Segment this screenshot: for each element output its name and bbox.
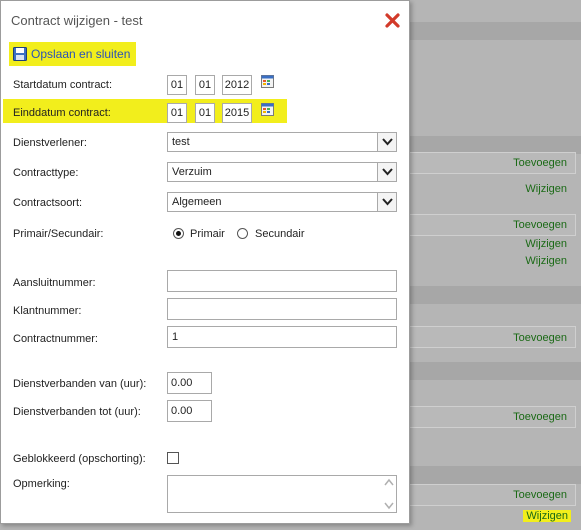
background-band <box>408 286 581 304</box>
add-link[interactable]: Toevoegen <box>513 219 567 231</box>
secondary-radio[interactable] <box>237 228 248 239</box>
blocked-label: Geblokkeerd (opschorting): <box>13 453 146 465</box>
start-date-label: Startdatum contract: <box>13 79 113 91</box>
edit-link-highlighted[interactable]: Wijzigen <box>523 510 571 522</box>
employment-to-label: Dienstverbanden tot (uur): <box>13 406 141 418</box>
end-day-input[interactable]: 01 <box>167 103 187 123</box>
remark-label: Opmerking: <box>13 478 70 490</box>
chevron-down-icon[interactable] <box>377 163 396 181</box>
calendar-icon[interactable] <box>261 103 274 116</box>
contract-type-value: Verzuim <box>172 166 212 178</box>
floppy-disk-icon <box>13 47 27 61</box>
chevron-down-icon[interactable] <box>377 193 396 211</box>
save-and-close-label: Opslaan en sluiten <box>31 47 131 61</box>
end-month-input[interactable]: 01 <box>195 103 215 123</box>
contract-type-label: Contracttype: <box>13 167 79 179</box>
employment-from-input[interactable]: 0.00 <box>167 372 212 394</box>
add-link[interactable]: Toevoegen <box>513 332 567 344</box>
contract-kind-value: Algemeen <box>172 196 222 208</box>
add-link[interactable]: Toevoegen <box>513 157 567 169</box>
contract-type-select[interactable]: Verzuim <box>167 162 397 182</box>
add-link[interactable]: Toevoegen <box>513 489 567 501</box>
dialog-title: Contract wijzigen - test <box>11 13 143 28</box>
provider-select[interactable]: test <box>167 132 397 152</box>
provider-value: test <box>172 136 190 148</box>
close-icon[interactable] <box>385 13 400 28</box>
contract-edit-dialog: Contract wijzigen - test Opslaan en slui… <box>0 0 410 524</box>
employment-from-label: Dienstverbanden van (uur): <box>13 378 147 390</box>
connection-number-label: Aansluitnummer: <box>13 277 96 289</box>
provider-label: Dienstverlener: <box>13 137 87 149</box>
edit-link[interactable]: Wijzigen <box>525 238 567 250</box>
remark-textarea[interactable] <box>167 475 397 513</box>
background-band <box>408 362 581 380</box>
contract-number-label: Contractnummer: <box>13 333 98 345</box>
primary-radio[interactable] <box>173 228 184 239</box>
primary-radio-label: Primair <box>190 228 225 240</box>
connection-number-input[interactable] <box>167 270 397 292</box>
edit-link[interactable]: Wijzigen <box>525 255 567 267</box>
calendar-icon[interactable] <box>261 75 274 88</box>
customer-number-input[interactable] <box>167 298 397 320</box>
add-link[interactable]: Toevoegen <box>513 411 567 423</box>
start-year-input[interactable]: 2012 <box>222 75 252 95</box>
employment-to-input[interactable]: 0.00 <box>167 400 212 422</box>
edit-link[interactable]: Wijzigen <box>525 183 567 195</box>
background-band <box>408 466 581 484</box>
end-year-input[interactable]: 2015 <box>222 103 252 123</box>
contract-kind-label: Contractsoort: <box>13 197 83 209</box>
blocked-checkbox[interactable] <box>167 452 179 464</box>
contract-number-input[interactable]: 1 <box>167 326 397 348</box>
customer-number-label: Klantnummer: <box>13 305 82 317</box>
scrollbar[interactable] <box>382 476 396 512</box>
start-day-input[interactable]: 01 <box>167 75 187 95</box>
background-band <box>408 22 581 40</box>
save-and-close-button[interactable]: Opslaan en sluiten <box>9 42 137 66</box>
start-month-input[interactable]: 01 <box>195 75 215 95</box>
primary-secondary-label: Primair/Secundair: <box>13 228 104 240</box>
end-date-label: Einddatum contract: <box>13 107 111 119</box>
secondary-radio-label: Secundair <box>255 228 305 240</box>
contract-kind-select[interactable]: Algemeen <box>167 192 397 212</box>
chevron-down-icon[interactable] <box>377 133 396 151</box>
